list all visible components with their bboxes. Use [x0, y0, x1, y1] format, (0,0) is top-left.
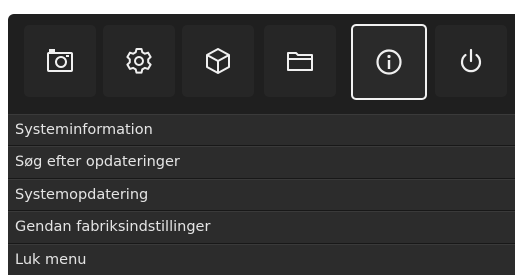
- icon-toolbar: [8, 14, 515, 114]
- menu-item-check-updates[interactable]: Søg efter opdateringer: [8, 146, 515, 179]
- info-button[interactable]: [351, 24, 427, 100]
- menu-item-system-information[interactable]: Systeminformation: [8, 114, 515, 147]
- info-submenu: Systeminformation Søg efter opdateringer…: [8, 114, 515, 275]
- camera-settings-button[interactable]: [24, 25, 96, 97]
- folder-icon: [287, 52, 313, 71]
- camera-settings-icon: [47, 49, 73, 72]
- menu-item-factory-reset[interactable]: Gendan fabriksindstillinger: [8, 211, 515, 244]
- gear-icon: [126, 48, 152, 74]
- power-icon: [460, 48, 482, 73]
- info-icon: [376, 49, 402, 75]
- menu-item-system-update[interactable]: Systemopdatering: [8, 178, 515, 212]
- menu-item-close-menu[interactable]: Luk menu: [8, 243, 515, 275]
- settings-button[interactable]: [103, 25, 175, 97]
- files-button[interactable]: [264, 25, 336, 97]
- apps-button[interactable]: [182, 25, 254, 97]
- system-menu-panel: Systeminformation Søg efter opdateringer…: [8, 14, 515, 275]
- cube-icon: [206, 48, 230, 74]
- power-button[interactable]: [435, 25, 507, 97]
